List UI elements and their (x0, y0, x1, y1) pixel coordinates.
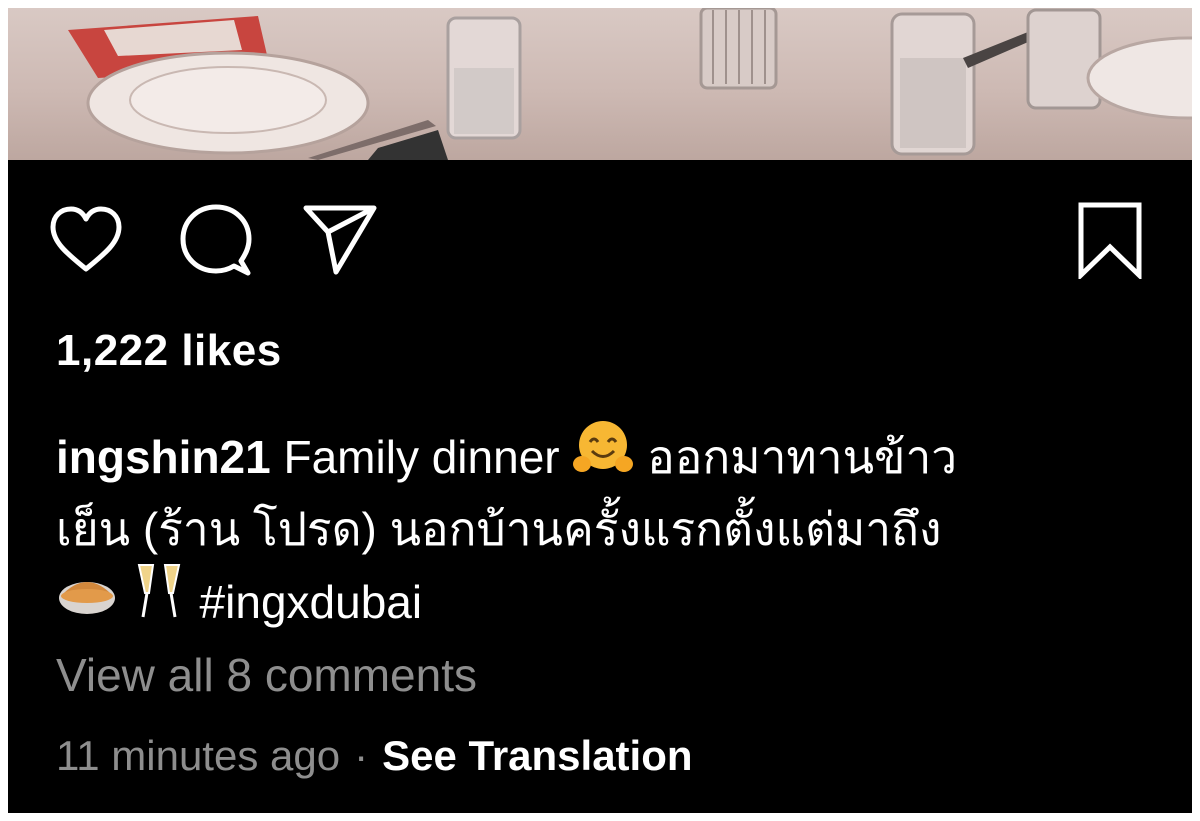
post-timestamp: 11 minutes ago (56, 732, 341, 779)
view-comments-link[interactable]: View all 8 comments (56, 648, 477, 702)
plate-inner-shape (129, 66, 327, 134)
pie-emoji (56, 566, 118, 638)
clinking-glasses-emoji (131, 561, 187, 643)
plate-right-shape (1086, 36, 1192, 120)
post-meta: 11 minutes ago · See Translation (56, 732, 693, 780)
separator-dot: · (354, 732, 369, 779)
dark-napkin-shape (368, 130, 448, 160)
likes-count[interactable]: 1,222 likes (56, 326, 282, 376)
paper-plane-icon (303, 205, 377, 275)
see-translation-link[interactable]: See Translation (382, 732, 692, 779)
comment-button[interactable] (174, 198, 258, 282)
like-button[interactable] (44, 198, 128, 282)
post-photo[interactable] (8, 8, 1192, 160)
small-glass-shape (1026, 8, 1102, 110)
napkin-label-shape (104, 20, 242, 56)
dinner-table-photo (68, 8, 1192, 160)
caption-line-1: ingshin21 Family dinner ออกมาทานข้าว (56, 418, 1156, 496)
bottle-water-shape (900, 58, 966, 148)
post-caption: ingshin21 Family dinner ออกมาทานข้าว เย็… (56, 418, 1156, 638)
glass-water-shape (454, 68, 514, 134)
share-button[interactable] (298, 198, 382, 282)
caption-thai-text: ออกมาทานข้าว (634, 431, 958, 483)
heart-icon (50, 206, 122, 272)
caption-line-2: เย็น (ร้าน โปรด) นอกบ้านครั้งแรกตั้งแต่ม… (56, 503, 942, 555)
hashtag-link[interactable]: #ingxdubai (187, 576, 423, 628)
username-link[interactable]: ingshin21 (56, 431, 271, 483)
caption-text: Family dinner (270, 431, 573, 483)
comment-icon (180, 204, 252, 276)
hugging-face-emoji (572, 418, 634, 496)
save-button[interactable] (1068, 198, 1152, 282)
caption-line-3: #ingxdubai (56, 564, 1156, 638)
post-container: 1,222 likes ingshin21 Family dinner ออกม… (8, 8, 1192, 813)
bookmark-icon (1078, 202, 1142, 279)
post-action-bar (8, 198, 1192, 288)
